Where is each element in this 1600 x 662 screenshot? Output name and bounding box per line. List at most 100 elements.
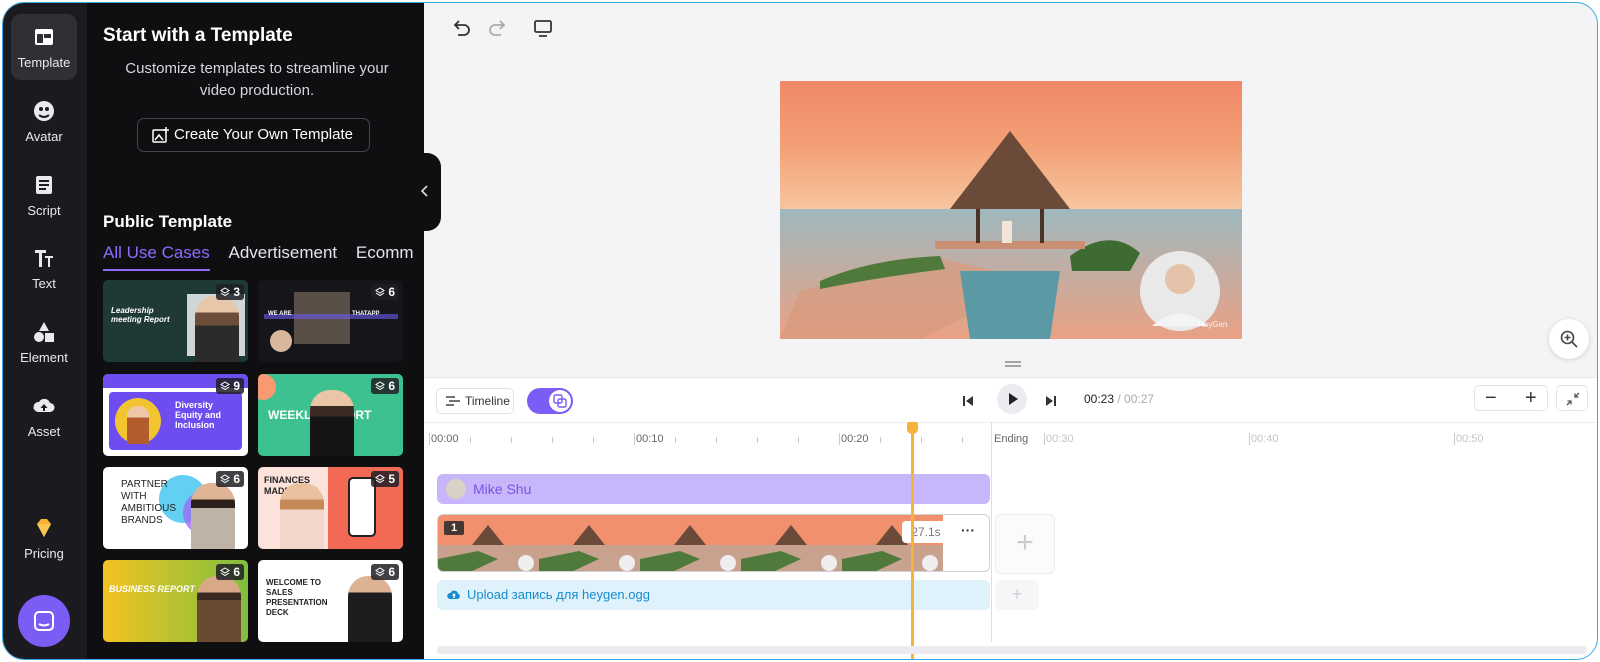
ruler-tick	[1249, 433, 1250, 445]
icon-rail: Template Avatar Script Text Element Asse…	[3, 3, 87, 659]
scene-duration: 27.1s	[902, 521, 950, 543]
layers-icon	[375, 287, 386, 297]
ruler-label-ending: Ending	[994, 433, 1029, 445]
add-audio-button[interactable]: +	[995, 580, 1039, 610]
text-icon	[35, 250, 53, 267]
rail-item-script[interactable]: Script	[11, 162, 77, 228]
rail-item-avatar[interactable]: Avatar	[11, 88, 77, 154]
skip-back-icon[interactable]	[958, 391, 978, 411]
layers-icon	[375, 381, 386, 391]
scene-more-button[interactable]: ···	[956, 521, 980, 543]
layers-icon	[220, 567, 231, 577]
layers-count: 5	[388, 472, 395, 486]
script-icon	[36, 176, 52, 194]
card-title: PARTNER WITH AMBITIOUS BRANDS	[121, 479, 177, 526]
rail-item-text[interactable]: Text	[11, 235, 77, 301]
collapse-arrows-icon	[1566, 392, 1580, 406]
rail-label-script: Script	[27, 203, 61, 218]
ruler-tick	[1454, 433, 1455, 445]
layers-badge: 6	[371, 564, 399, 580]
template-card-sales-deck[interactable]: WELCOME TO SALES PRESENTATION DECK 6	[258, 560, 403, 642]
app-window: Template Avatar Script Text Element Asse…	[2, 2, 1598, 660]
rail-item-asset[interactable]: Asset	[11, 383, 77, 449]
ruler-tick	[552, 437, 553, 443]
audio-track[interactable]: Upload запись для heygen.ogg	[437, 580, 990, 610]
rail-label-template: Template	[17, 55, 71, 70]
avatar-track[interactable]: Mike Shu	[437, 474, 990, 504]
card-avatar	[270, 330, 292, 352]
timeline-ruler: 00:00 00:10 00:20 Ending 00:30 00:40 00:…	[424, 422, 1597, 452]
monitor-icon[interactable]	[532, 17, 554, 39]
skip-forward-icon[interactable]	[1041, 391, 1061, 411]
card-title: WELCOME TO SALES PRESENTATION DECK	[266, 578, 328, 617]
preview-scene: HeyGen	[780, 81, 1242, 339]
playhead-handle[interactable]	[907, 422, 918, 434]
watermark-text: HeyGen	[1198, 320, 1227, 329]
undo-icon[interactable]	[450, 17, 472, 39]
rail-item-pricing[interactable]: Pricing	[11, 505, 77, 571]
ruler-tick	[716, 437, 717, 443]
chevron-left-icon	[420, 185, 428, 197]
card-avatar	[310, 390, 354, 456]
scene-track[interactable]: 1 27.1s ···	[437, 514, 990, 572]
avatar-icon	[34, 101, 54, 121]
scene-thumbnail	[640, 515, 741, 571]
cloud-upload-icon	[447, 590, 460, 599]
add-scene-button[interactable]: +	[995, 514, 1055, 574]
play-button[interactable]	[997, 384, 1027, 414]
collapse-panel-button[interactable]	[413, 153, 441, 231]
redo-icon[interactable]	[487, 17, 509, 39]
template-card-leadership[interactable]: Leadership meeting Report 3	[103, 280, 248, 362]
layers-icon	[220, 381, 231, 391]
zoom-button[interactable]	[1549, 319, 1589, 359]
template-card-finances[interactable]: FINANCES MADE EASY 5	[258, 467, 403, 549]
playhead[interactable]	[907, 422, 918, 659]
card-avatar	[195, 296, 239, 362]
ruler-tick	[470, 437, 471, 443]
template-card-weekly-report[interactable]: WEEKLY REPORT 6	[258, 374, 403, 456]
ruler-tick	[634, 433, 635, 445]
diamond-icon	[37, 519, 51, 537]
zoom-in-button[interactable]: +	[1525, 388, 1537, 408]
timeline-scrollbar[interactable]	[437, 646, 1587, 654]
layers-count: 3	[233, 285, 240, 299]
create-template-button[interactable]: Create Your Own Template	[137, 118, 370, 152]
ruler-tick	[757, 437, 758, 443]
layers-count: 6	[388, 565, 395, 579]
total-time: / 00:27	[1117, 392, 1155, 406]
card-title: WE ARE	[268, 311, 292, 317]
tab-all-use-cases[interactable]: All Use Cases	[103, 243, 210, 271]
card-avatar	[127, 406, 149, 444]
layers-badge: 9	[216, 378, 244, 394]
tab-ecommerce[interactable]: Ecomm	[356, 243, 414, 269]
current-time: 00:23	[1084, 392, 1115, 406]
card-decor	[258, 374, 276, 400]
template-card-partner[interactable]: PARTNER WITH AMBITIOUS BRANDS 6	[103, 467, 248, 549]
tab-advertisement[interactable]: Advertisement	[229, 243, 338, 269]
layers-badge: 3	[216, 284, 244, 300]
template-card-we-are[interactable]: WE ARE THATAPP 6	[258, 280, 403, 362]
layers-count: 9	[233, 379, 240, 393]
layers-badge: 6	[216, 471, 244, 487]
ruler-label: 00:10	[636, 433, 664, 445]
chat-button[interactable]	[18, 595, 70, 647]
layers-count: 6	[233, 565, 240, 579]
ruler-tick	[511, 437, 512, 443]
overlay-toggle[interactable]	[527, 388, 573, 414]
video-preview[interactable]: HeyGen	[780, 81, 1242, 339]
layers-badge: 6	[371, 378, 399, 394]
timeline-icon	[446, 396, 460, 406]
layers-count: 6	[233, 472, 240, 486]
zoom-out-button[interactable]: −	[1485, 388, 1497, 408]
play-icon	[1009, 393, 1018, 405]
template-card-business-report[interactable]: BUSINESS REPORT 6	[103, 560, 248, 642]
ruler-tick	[798, 437, 799, 443]
rail-item-element[interactable]: Element	[11, 309, 77, 375]
template-card-diversity[interactable]: Diversity Equity and Inclusion 9	[103, 374, 248, 456]
layers-badge: 6	[216, 564, 244, 580]
resize-handle-icon[interactable]	[1005, 361, 1021, 367]
timeline-button[interactable]: Timeline	[436, 388, 514, 414]
template-panel: Start with a Template Customize template…	[87, 3, 424, 659]
rail-item-template[interactable]: Template	[11, 14, 77, 80]
fit-timeline-button[interactable]	[1556, 385, 1588, 411]
